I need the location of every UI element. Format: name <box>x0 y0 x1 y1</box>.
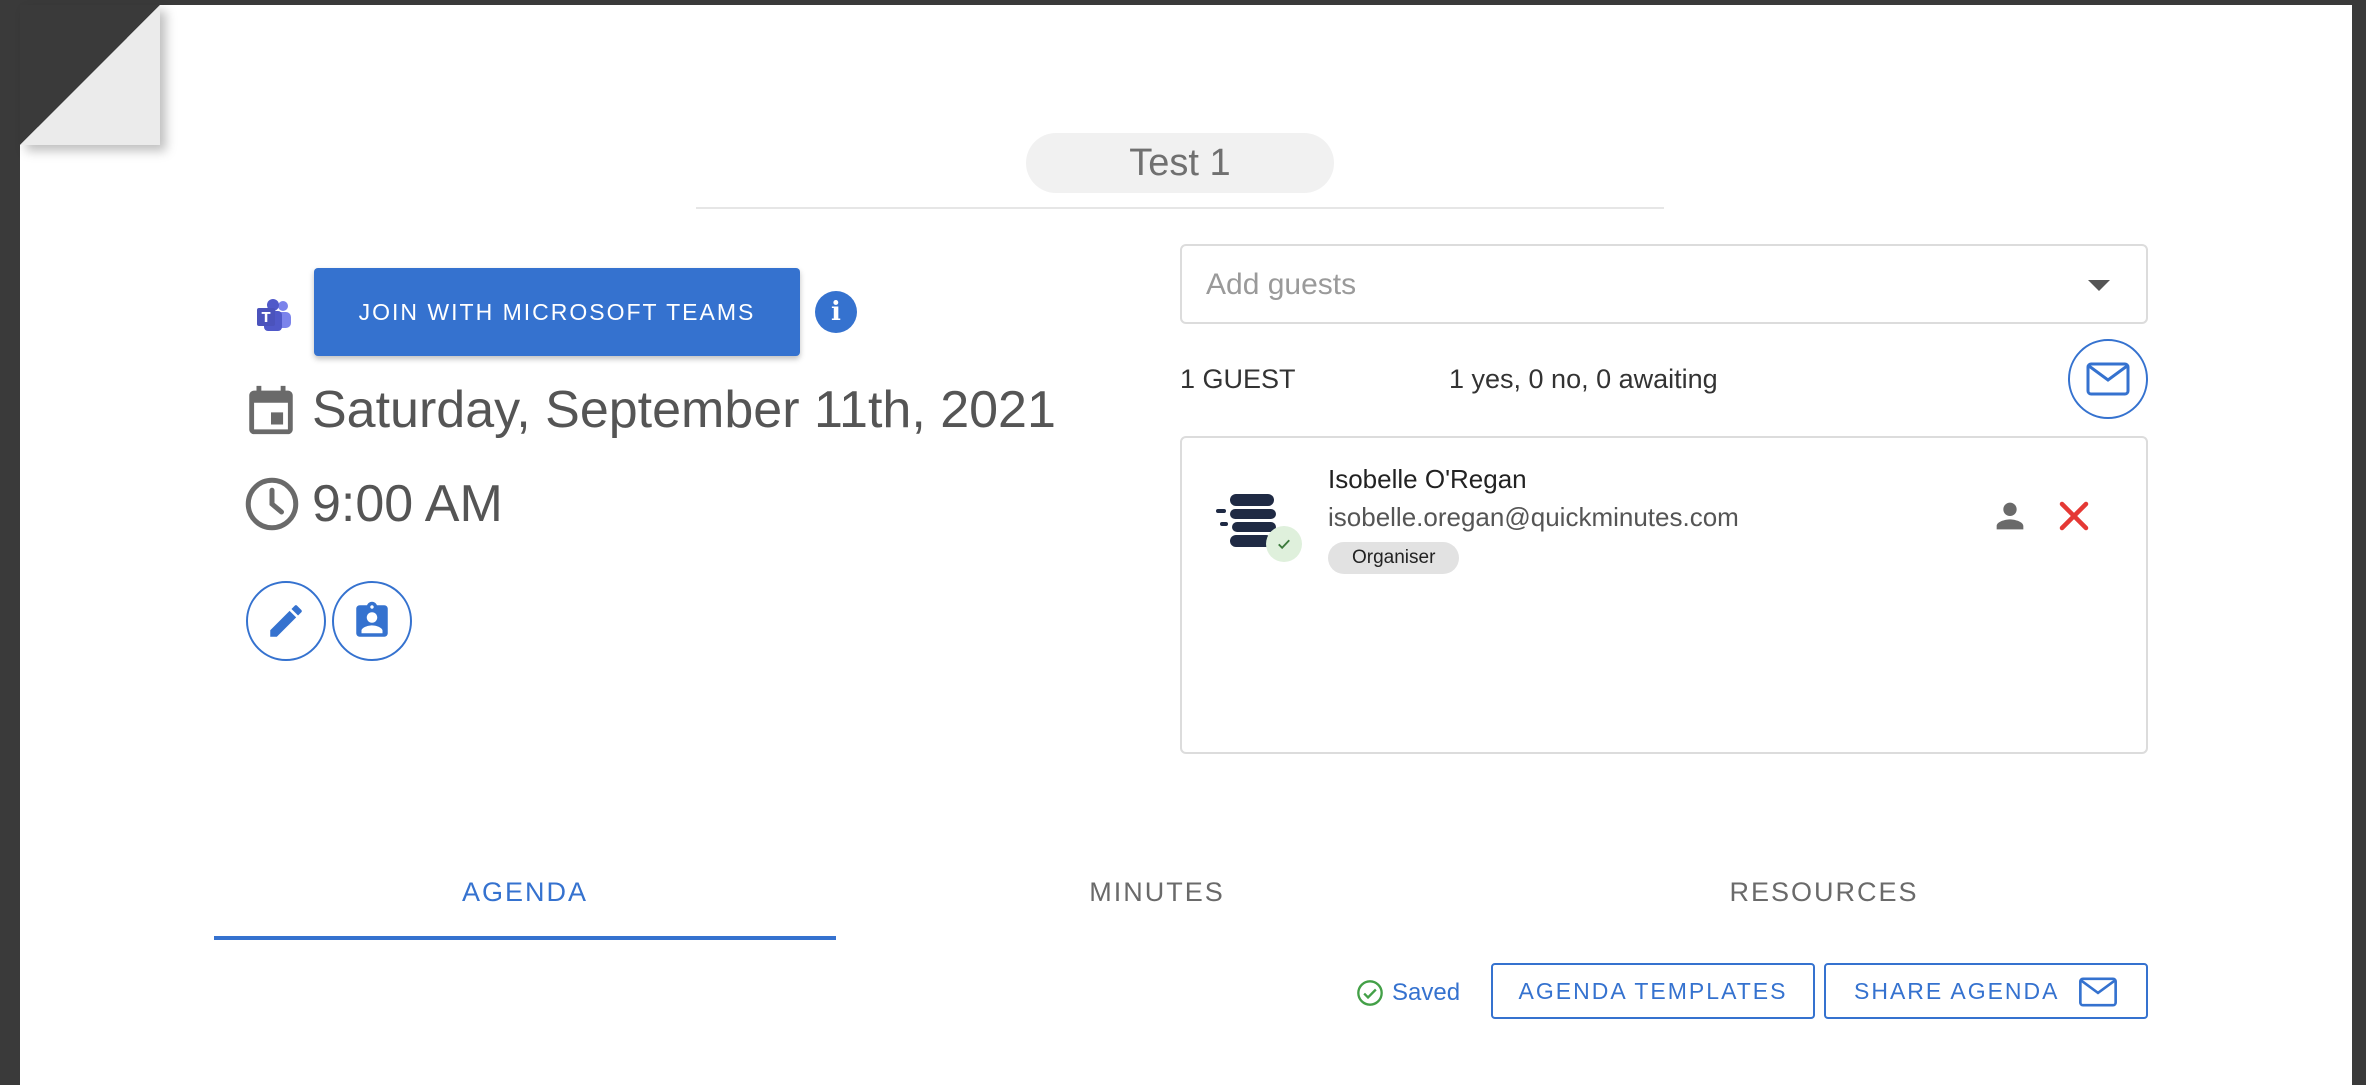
tab-minutes[interactable]: MINUTES <box>846 860 1468 940</box>
guest-rsvp-summary: 1 yes, 0 no, 0 awaiting <box>1449 364 1718 394</box>
guest-list: Isobelle O'Regan isobelle.oregan@quickmi… <box>1180 436 2148 754</box>
check-circle-icon <box>1357 980 1383 1006</box>
mail-icon <box>2079 977 2117 1007</box>
agenda-templates-button[interactable]: AGENDA TEMPLATES <box>1491 963 1815 1019</box>
meeting-tabs: AGENDA MINUTES RESOURCES <box>214 860 2148 940</box>
share-agenda-label: SHARE AGENDA <box>1854 977 2060 1004</box>
calendar-icon <box>249 385 293 435</box>
clock-icon <box>245 477 299 531</box>
meeting-title[interactable]: Test 1 <box>1026 133 1334 193</box>
person-icon[interactable] <box>1990 496 2030 536</box>
contact-card-icon <box>356 601 388 637</box>
add-guests-input[interactable] <box>1206 264 2066 306</box>
chevron-down-icon[interactable] <box>2088 280 2110 291</box>
share-agenda-button[interactable]: SHARE AGENDA <box>1824 963 2148 1019</box>
mail-icon <box>2086 362 2130 396</box>
check-icon <box>1278 539 1290 550</box>
saved-label: Saved <box>1392 979 1461 1006</box>
tab-resources[interactable]: RESOURCES <box>1500 860 2148 940</box>
pencil-icon <box>270 605 302 637</box>
meeting-title-field[interactable]: Test 1 <box>696 133 1664 209</box>
accepted-badge <box>1266 526 1302 562</box>
guest-role-badge: Organiser <box>1328 542 1460 574</box>
svg-text:T: T <box>262 311 271 326</box>
tab-agenda[interactable]: AGENDA <box>214 860 836 940</box>
meeting-time[interactable]: 9:00 AM <box>312 472 503 536</box>
guest-count: 1 GUEST <box>1180 364 1296 394</box>
info-icon[interactable]: i <box>815 291 857 333</box>
add-guests-field[interactable] <box>1180 244 2148 324</box>
email-guests-button[interactable] <box>2068 339 2148 419</box>
page-corner-fold <box>20 5 160 145</box>
guest-name: Isobelle O'Regan <box>1328 464 1527 494</box>
join-teams-button[interactable]: JOIN WITH MICROSOFT TEAMS <box>314 268 800 356</box>
microsoft-teams-icon: T <box>257 299 291 331</box>
contact-card-button[interactable] <box>332 581 412 661</box>
meeting-date[interactable]: Saturday, September 11th, 2021 <box>312 378 1056 442</box>
close-icon[interactable] <box>2056 498 2092 534</box>
guest-email: isobelle.oregan@quickminutes.com <box>1328 502 1739 532</box>
edit-meeting-button[interactable] <box>246 581 326 661</box>
